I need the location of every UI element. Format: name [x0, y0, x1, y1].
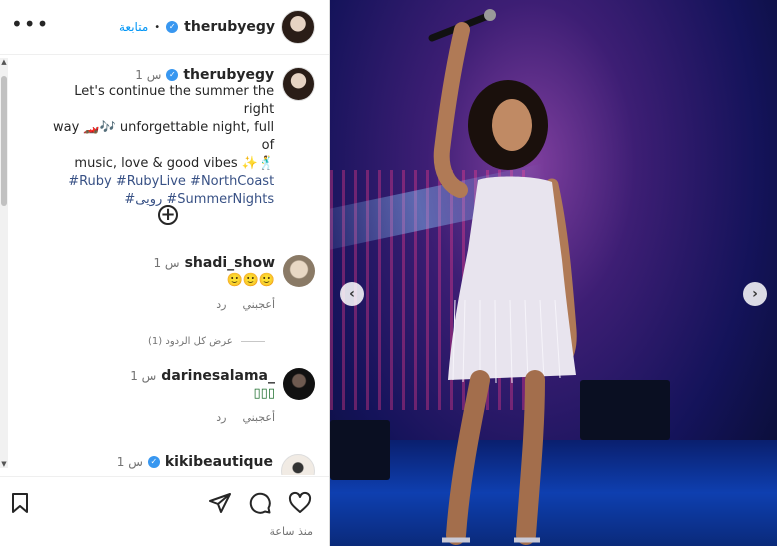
comment-item: 1 س shadi_show 🙂🙂🙂 رد أعجبني: [25, 255, 315, 311]
header-avatar[interactable]: [281, 10, 315, 44]
post-header: ••• متابعة • ✓ therubyegy: [0, 0, 329, 55]
caption-text: Let's continue the summer the right way …: [45, 83, 274, 209]
comment-actions: رد أعجبني: [153, 298, 275, 311]
post-photo[interactable]: ‹ ›: [330, 0, 777, 546]
reply-button[interactable]: رد: [216, 298, 226, 311]
view-replies[interactable]: عرض كل الردود (1): [148, 336, 265, 347]
follow-button[interactable]: متابعة: [119, 20, 148, 34]
comment-text: ▯▯▯: [253, 386, 275, 401]
next-photo-button[interactable]: ›: [743, 282, 767, 306]
reply-button[interactable]: رد: [216, 411, 226, 424]
comment-icon[interactable]: [248, 491, 272, 515]
caption-username[interactable]: therubyegy: [183, 67, 274, 83]
comment-text: 🙂🙂🙂: [226, 273, 275, 288]
prev-photo-button[interactable]: ‹: [340, 282, 364, 306]
save-icon[interactable]: [8, 491, 32, 515]
comment-actions: رد أعجبني: [130, 411, 275, 424]
replies-divider: [240, 341, 265, 342]
post-actions-bar: منذ ساعة: [0, 476, 329, 546]
like-comment-button[interactable]: أعجبني: [242, 411, 275, 424]
verified-badge-icon: ✓: [166, 21, 179, 33]
more-options-icon[interactable]: •••: [11, 12, 49, 36]
verified-badge-icon: ✓: [147, 456, 160, 468]
post-side-panel: ••• متابعة • ✓ therubyegy ▲ ▼ 1 س ✓ ther…: [0, 0, 330, 546]
comment-avatar[interactable]: [283, 255, 315, 287]
comment-time: 1 س: [130, 369, 157, 383]
post-age: منذ ساعة: [269, 525, 313, 538]
comment-username[interactable]: darinesalama_: [161, 368, 275, 384]
comment-item: 1 س darinesalama_ ▯▯▯ رد أعجبني: [25, 368, 315, 424]
like-comment-button[interactable]: أعجبني: [242, 298, 275, 311]
caption-time: 1 س: [135, 68, 162, 82]
verified-badge-icon: ✓: [166, 69, 179, 81]
load-more-comments-icon[interactable]: +: [158, 205, 178, 225]
comment-avatar[interactable]: [283, 368, 315, 400]
caption-avatar[interactable]: [282, 67, 315, 101]
view-replies-label[interactable]: عرض كل الردود (1): [148, 336, 233, 347]
header-username[interactable]: therubyegy: [184, 19, 275, 35]
caption-hashtags[interactable]: #Ruby #RubyLive #NorthCoast: [45, 173, 274, 191]
caption-line: Let's continue the summer the right: [74, 84, 275, 117]
post-caption: 1 س ✓ therubyegy Let's continue the summ…: [45, 67, 315, 209]
comment-item: 1 س ✓ kikibeautique: [25, 454, 315, 475]
comment-username[interactable]: kikibeautique: [165, 454, 273, 470]
comment-avatar[interactable]: [281, 454, 315, 475]
caption-line: music, love & good vibes ✨🕺: [74, 156, 275, 171]
comment-username[interactable]: shadi_show: [185, 255, 275, 271]
share-icon[interactable]: [208, 491, 232, 515]
heart-icon[interactable]: [288, 491, 312, 515]
caption-line: way 🏎️🎶 unforgettable night, full of: [52, 120, 275, 153]
comments-area: 1 س ✓ therubyegy Let's continue the summ…: [0, 55, 329, 475]
comment-time: 1 س: [116, 455, 143, 469]
separator-dot: •: [154, 21, 161, 33]
performer-figure: [428, 9, 577, 545]
comment-time: 1 س: [153, 256, 180, 270]
header-user: متابعة • ✓ therubyegy: [119, 10, 315, 44]
